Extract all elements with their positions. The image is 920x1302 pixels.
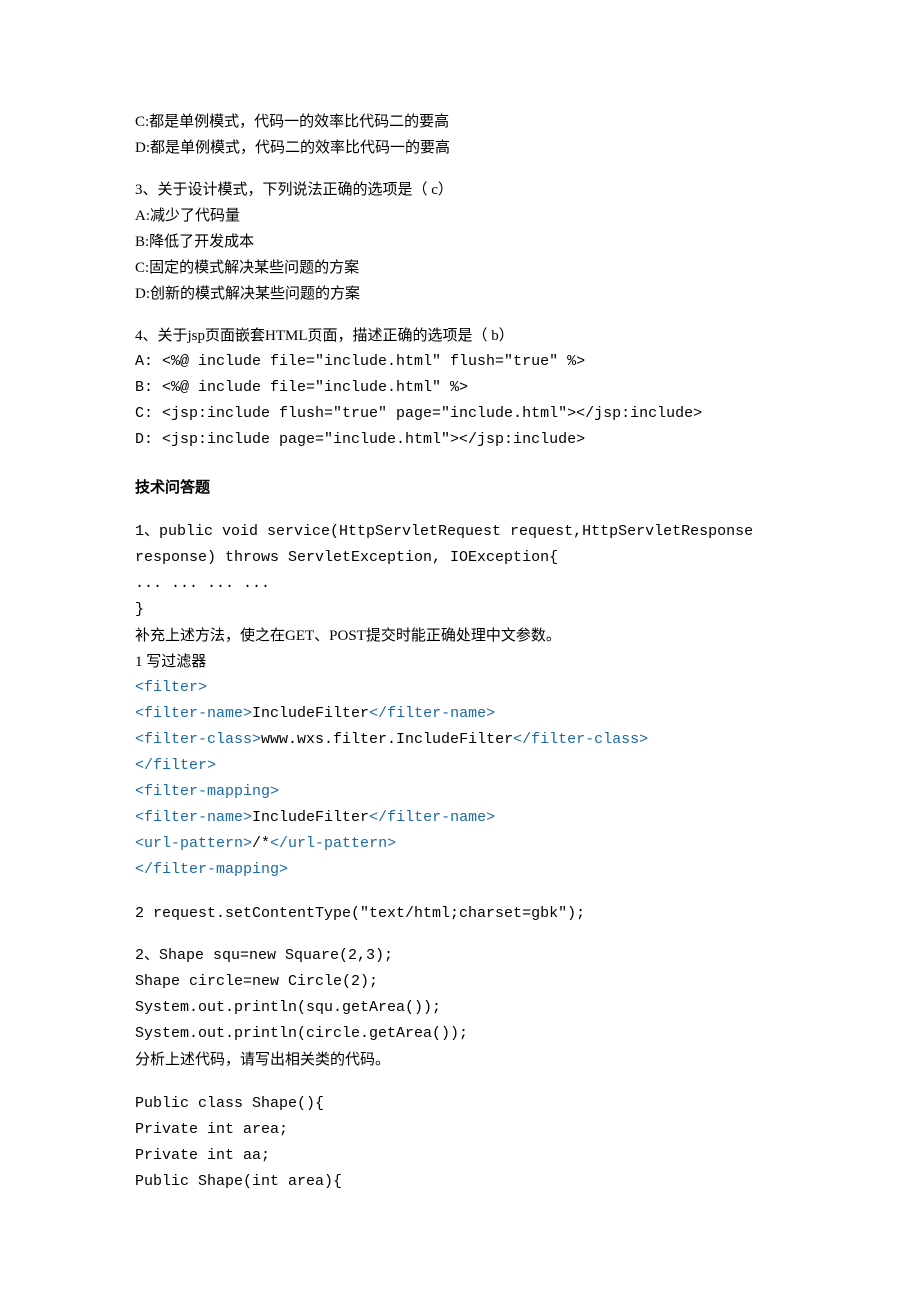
text-line: 分析上述代码，请写出相关类的代码。 [135,1048,785,1072]
option-a: A: <%@ include file="include.html" flush… [135,350,785,374]
question4-stem: 4、关于jsp页面嵌套HTML页面，描述正确的选项是（ b） [135,324,785,348]
question4: 4、关于jsp页面嵌套HTML页面，描述正确的选项是（ b） A: <%@ in… [135,324,785,452]
text-line: 补充上述方法，使之在GET、POST提交时能正确处理中文参数。 [135,624,785,648]
code-line: Public Shape(int area){ [135,1170,785,1194]
xml-tag: </url-pattern> [270,835,396,852]
spacer [135,884,785,902]
xml-text: /* [252,835,270,852]
xml-text: IncludeFilter [252,809,369,826]
option-b: B:降低了开发成本 [135,230,785,254]
xml-line: <filter-class>www.wxs.filter.IncludeFilt… [135,728,785,752]
code-line: Private int area; [135,1118,785,1142]
code-line: System.out.println(squ.getArea()); [135,996,785,1020]
spacer [135,1074,785,1092]
option-c: C:都是单例模式，代码一的效率比代码二的要高 [135,110,785,134]
option-c: C: <jsp:include flush="true" page="inclu… [135,402,785,426]
xml-tag: <filter-name> [135,705,252,722]
option-a: A:减少了代码量 [135,204,785,228]
xml-tag: <filter-mapping> [135,783,279,800]
xml-line: </filter-mapping> [135,858,785,882]
xml-line: </filter> [135,754,785,778]
xml-line: <filter> [135,676,785,700]
option-d: D:都是单例模式，代码二的效率比代码一的要高 [135,136,785,160]
xml-tag: </filter-mapping> [135,861,288,878]
xml-tag: <url-pattern> [135,835,252,852]
code-line: } [135,598,785,622]
xml-tag: </filter-name> [369,809,495,826]
option-c: C:固定的模式解决某些问题的方案 [135,256,785,280]
xml-tag: <filter> [135,679,207,696]
question3-stem: 3、关于设计模式，下列说法正确的选项是（ c） [135,178,785,202]
code-line: Public class Shape(){ [135,1092,785,1116]
code-line: ... ... ... ... [135,572,785,596]
xml-tag: <filter-name> [135,809,252,826]
option-d: D:创新的模式解决某些问题的方案 [135,282,785,306]
option-b: B: <%@ include file="include.html" %> [135,376,785,400]
question3: 3、关于设计模式，下列说法正确的选项是（ c） A:减少了代码量 B:降低了开发… [135,178,785,306]
code-line: 1、public void service(HttpServletRequest… [135,520,785,544]
answer1: 1、public void service(HttpServletRequest… [135,520,785,926]
xml-line: <filter-name>IncludeFilter</filter-name> [135,702,785,726]
question2-options-continued: C:都是单例模式，代码一的效率比代码二的要高 D:都是单例模式，代码二的效率比代… [135,110,785,160]
xml-text: IncludeFilter [252,705,369,722]
code-line: response) throws ServletException, IOExc… [135,546,785,570]
option-d: D: <jsp:include page="include.html"></js… [135,428,785,452]
code-line: System.out.println(circle.getArea()); [135,1022,785,1046]
xml-line: <filter-name>IncludeFilter</filter-name> [135,806,785,830]
code-line: Shape circle=new Circle(2); [135,970,785,994]
section-title: 技术问答题 [135,476,785,500]
xml-tag: </filter-class> [513,731,648,748]
xml-tag: </filter-name> [369,705,495,722]
xml-line: <url-pattern>/*</url-pattern> [135,832,785,856]
document-page: C:都是单例模式，代码一的效率比代码二的要高 D:都是单例模式，代码二的效率比代… [0,0,920,1302]
xml-line: <filter-mapping> [135,780,785,804]
xml-text: www.wxs.filter.IncludeFilter [261,731,513,748]
code-line: 2 request.setContentType("text/html;char… [135,902,785,926]
code-line: 2、Shape squ=new Square(2,3); [135,944,785,968]
code-line: Private int aa; [135,1144,785,1168]
answer2: 2、Shape squ=new Square(2,3); Shape circl… [135,944,785,1194]
xml-tag: <filter-class> [135,731,261,748]
text-line: 1 写过滤器 [135,650,785,674]
xml-tag: </filter> [135,757,216,774]
